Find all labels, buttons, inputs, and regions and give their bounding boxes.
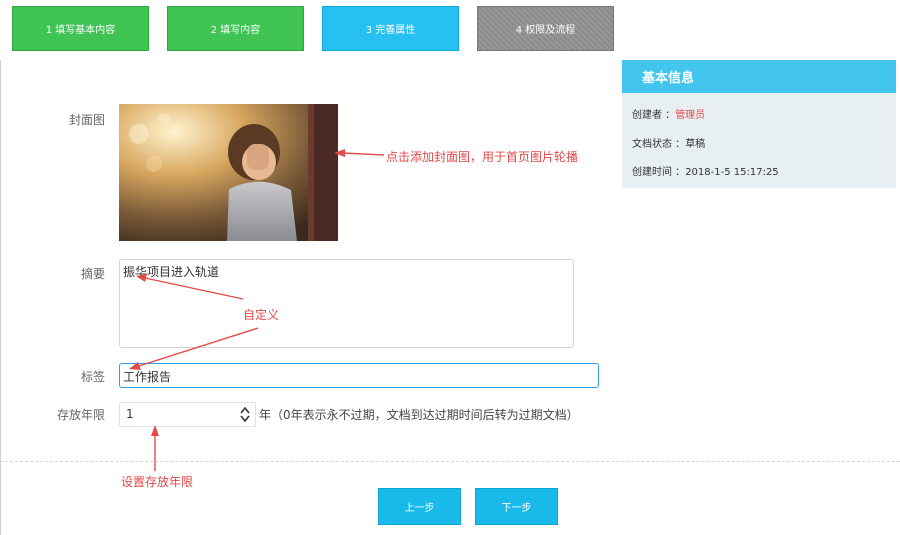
divider [0, 461, 900, 462]
summary-textarea[interactable]: 振华项目进入轨道 [119, 259, 574, 348]
step-tab-basic-content[interactable]: 1 填写基本内容 [12, 6, 149, 51]
created-label: 创建时间 ： [632, 167, 686, 178]
cover-annotation: 点击添加封面图，用于首页图片轮播 [386, 150, 579, 164]
custom-annotation: 自定义 [243, 308, 280, 322]
step-label: 3 完善属性 [365, 25, 416, 36]
created-row: 创建时间 ：2018-1-5 15:17:25 [632, 163, 779, 178]
prev-step-button[interactable]: 上一步 [378, 488, 461, 525]
tag-label: 标签 [80, 370, 105, 384]
status-row: 文档状态 ：草稿 [632, 135, 705, 150]
summary-label: 摘要 [80, 267, 105, 281]
basic-info-panel: 基本信息 创建者 ：管理员 文档状态 ：草稿 创建时间 ：2018-1-5 15… [622, 60, 896, 188]
spinner-icon[interactable] [239, 406, 251, 423]
step-tab-permissions[interactable]: 4 权限及流程 [477, 6, 614, 51]
cover-photo [119, 104, 338, 241]
retention-note: 年（0年表示永不过期，文档到达过期时间后转为过期文档） [259, 408, 579, 422]
info-panel-title: 基本信息 [622, 60, 896, 93]
creator-label: 创建者 ： [632, 110, 676, 121]
cover-image[interactable] [119, 104, 338, 241]
status-value: 草稿 [685, 139, 706, 150]
step-tab-content[interactable]: 2 填写内容 [167, 6, 304, 51]
next-step-button[interactable]: 下一步 [475, 488, 558, 525]
created-value: 2018-1-5 15:17:25 [685, 167, 779, 178]
retention-year-value: 1 [126, 407, 134, 421]
cover-label: 封面图 [68, 113, 105, 127]
step-label: 4 权限及流程 [515, 25, 576, 36]
creator-row: 创建者 ：管理员 [632, 106, 705, 121]
left-border [0, 60, 1, 535]
step-label: 2 填写内容 [210, 25, 261, 36]
retention-label: 存放年限 [56, 408, 105, 422]
status-label: 文档状态 ： [632, 139, 686, 150]
creator-value: 管理员 [675, 110, 706, 121]
retention-year-input[interactable]: 1 [119, 402, 256, 427]
cover-arrow [342, 152, 385, 156]
step-tab-properties[interactable]: 3 完善属性 [322, 6, 459, 51]
tag-input[interactable]: 工作报告 [119, 363, 599, 388]
step-label: 1 填写基本内容 [45, 25, 116, 36]
retention-annotation: 设置存放年限 [121, 475, 194, 489]
